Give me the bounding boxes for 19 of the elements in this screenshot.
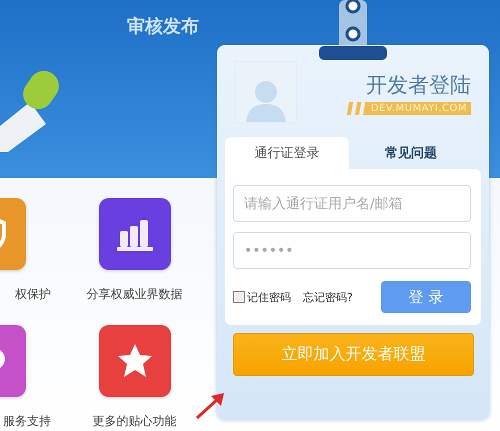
login-tab[interactable]: 通行证登录 <box>225 137 349 169</box>
login-tab[interactable]: 常见问题 <box>349 137 473 169</box>
feature-tile[interactable] <box>98 198 170 270</box>
feature-tile[interactable] <box>98 325 170 397</box>
avatar-placeholder <box>235 61 297 123</box>
feature-label: 分享权威业界数据 <box>86 286 182 303</box>
forgot-password-link[interactable]: 忘记密码? <box>303 290 353 304</box>
bar-chart-icon <box>114 217 154 251</box>
remember-checkbox[interactable] <box>233 291 245 303</box>
remember-label: 记住密码 <box>247 290 291 304</box>
feature-label: 权保护 <box>15 286 51 303</box>
password-field[interactable]: •••••• <box>233 232 471 269</box>
username-field[interactable]: 请输入通行证用户名/邮箱 <box>233 185 471 222</box>
card-title: 开发者登陆 <box>366 72 471 99</box>
feature-label: 服务支持 <box>3 413 51 430</box>
feature-label: 更多的贴心功能 <box>92 413 176 430</box>
arrow-icon <box>195 392 225 420</box>
badge-clip-drawing <box>317 0 389 62</box>
banner-headline: 审核发布 <box>127 16 200 38</box>
